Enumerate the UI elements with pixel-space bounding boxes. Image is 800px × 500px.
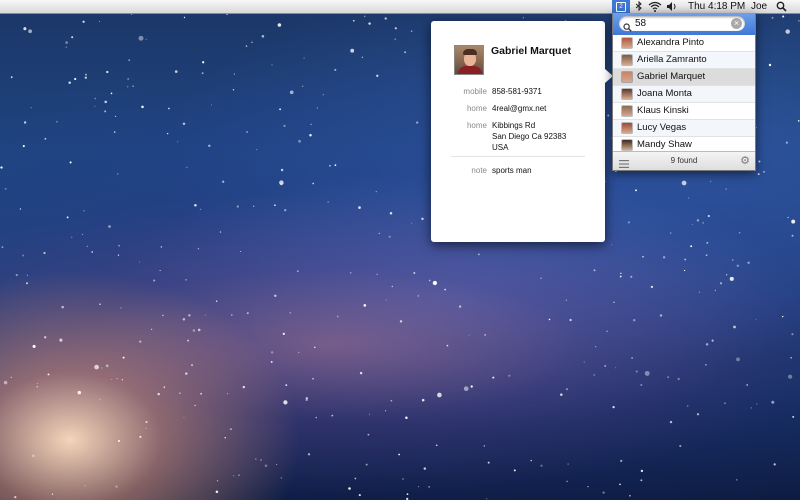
email-label: home (466, 104, 487, 113)
result-item[interactable]: Joana Monta (613, 86, 755, 103)
contact-photo (454, 45, 484, 75)
result-name: Klaus Kinski (637, 105, 689, 116)
result-name: Mandy Shaw (637, 139, 692, 150)
contact-avatar (622, 89, 632, 99)
results-list: Alexandra Pinto Ariella Zamranto Gabriel M… (613, 35, 755, 154)
mobile-label: mobile (463, 87, 487, 96)
contact-avatar (622, 140, 632, 150)
result-item[interactable]: Alexandra Pinto (613, 35, 755, 52)
list-menu-icon[interactable] (619, 157, 629, 175)
result-item[interactable]: Klaus Kinski (613, 103, 755, 120)
contact-card: Gabriel Marquet mobile 858-581-9371 home… (431, 21, 605, 242)
search-input[interactable] (635, 16, 727, 31)
address-line3: USA (492, 143, 509, 152)
contact-avatar (622, 38, 632, 48)
spotlight-search-icon[interactable] (776, 1, 787, 15)
result-name: Joana Monta (637, 88, 692, 99)
menubar-clock[interactable]: Thu 4:18 PM (688, 0, 745, 13)
search-bar: × (613, 13, 755, 35)
menu-bar: 2 Thu 4:18 PM Joe (0, 0, 800, 14)
result-name: Gabriel Marquet (637, 71, 706, 82)
address-line2: San Diego Ca 92383 (492, 132, 567, 141)
result-item[interactable]: Gabriel Marquet (613, 69, 755, 86)
contacts-search-icon[interactable]: 2 (612, 0, 630, 13)
contacts-search-panel: × Alexandra Pinto Ariella Zamranto Gabriel… (612, 13, 756, 171)
panel-footer: 9 found ⚙ (613, 151, 755, 170)
contact-avatar (622, 72, 632, 82)
result-name: Ariella Zamranto (637, 54, 707, 65)
result-name: Lucy Vegas (637, 122, 687, 133)
contact-avatar (622, 55, 632, 65)
result-item[interactable]: Ariella Zamranto (613, 52, 755, 69)
address-value[interactable]: Kibbings Rd San Diego Ca 92383 USA (492, 120, 566, 153)
address-line1: Kibbings Rd (492, 121, 536, 130)
mobile-value[interactable]: 858-581-9371 (492, 86, 542, 97)
note-value: sports man (492, 166, 532, 175)
contact-name: Gabriel Marquet (491, 45, 571, 57)
clear-search-icon[interactable]: × (731, 18, 742, 29)
card-divider (451, 156, 585, 157)
gear-icon[interactable]: ⚙ (740, 155, 750, 167)
email-value[interactable]: 4real@gmx.net (492, 103, 546, 114)
search-field[interactable]: × (619, 16, 745, 32)
contact-avatar (622, 106, 632, 116)
result-name: Alexandra Pinto (637, 37, 705, 48)
contact-avatar (622, 123, 632, 133)
results-count: 9 found (670, 156, 698, 165)
menubar-user[interactable]: Joe (751, 0, 767, 13)
note-label: note (471, 166, 487, 175)
address-label: home (466, 121, 487, 130)
result-item[interactable]: Lucy Vegas (613, 120, 755, 137)
